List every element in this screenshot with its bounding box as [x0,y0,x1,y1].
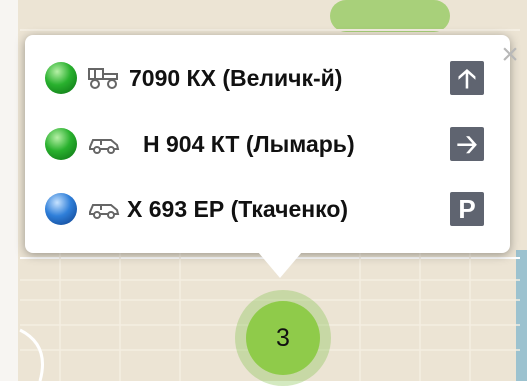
parking-icon[interactable]: P [450,192,484,226]
vehicle-plate-label: Н 904 КТ (Лымарь) [143,130,355,157]
close-button[interactable]: × [496,40,524,70]
car-icon [89,204,120,219]
popup-pointer [258,252,302,278]
vehicle-row[interactable]: 7090 КХ (Величк-й) [45,55,342,101]
arrow-right-icon[interactable]: 🡢 [450,127,484,161]
status-online-icon [45,128,77,160]
cluster-inner: 3 [246,301,320,375]
vehicle-plate-label: 7090 КХ (Величк-й) [129,64,343,91]
status-online-icon [45,62,77,94]
cluster-count: 3 [276,323,290,352]
arrow-up-glyph: 🡡 [457,63,477,93]
arrow-up-icon[interactable]: 🡡 [450,61,484,95]
tractor-icon [88,68,118,89]
car-icon [89,139,120,154]
vehicle-row[interactable]: Х 693 ЕР (Ткаченко) [45,186,348,232]
vehicle-row[interactable]: Н 904 КТ (Лымарь) [45,121,355,167]
map-cluster-marker[interactable]: 3 [235,290,331,386]
vehicle-popup: × 7090 КХ (Величк-й) Н 904 КТ (Лымарь) Х… [25,35,519,253]
status-parked-icon [45,193,77,225]
parking-glyph: P [458,194,476,224]
vehicle-plate-label: Х 693 ЕР (Ткаченко) [127,195,349,222]
arrow-right-glyph: 🡢 [456,129,478,159]
